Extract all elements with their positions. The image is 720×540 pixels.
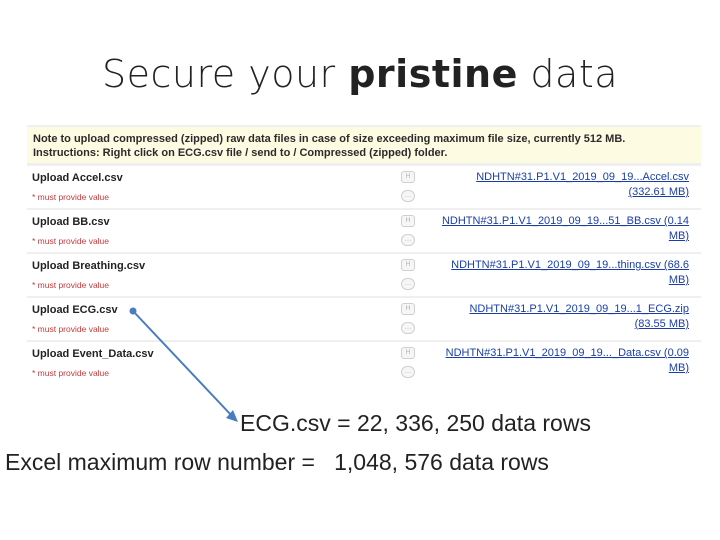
ecg-row-count: ECG.csv = 22, 336, 250 data rows [240,410,591,436]
upload-row-accel: Upload Accel.csv * must provide value H … [27,166,701,208]
comment-icon[interactable]: … [401,190,415,202]
upload-row-ecg: Upload ECG.csv * must provide value H … … [27,298,701,340]
title-post: data [517,52,619,96]
note-line-2: Instructions: Right click on ECG.csv fil… [33,147,448,159]
title-bold: pristine [348,52,518,96]
file-link[interactable]: NDHTN#31.P1.V1_2019_09_19...51_BB.csv (0… [439,214,689,244]
required-note: * must provide value [32,280,110,290]
row-label: Upload BB.csv [32,216,110,228]
required-note: * must provide value [32,368,110,378]
history-icon[interactable]: H [401,171,415,183]
arrow-head [226,410,238,422]
row-label: Upload Breathing.csv [32,260,146,272]
comment-icon[interactable]: … [401,234,415,246]
upload-row-bb: Upload BB.csv * must provide value H … N… [27,210,701,252]
history-icon[interactable]: H [401,347,415,359]
file-link[interactable]: NDHTN#31.P1.V1_2019_09_19...1_ECG.zip (8… [439,302,689,332]
upload-row-breathing: Upload Breathing.csv * must provide valu… [27,254,701,296]
slide-title: Secure your pristine data [0,52,720,96]
row-label: Upload Event_Data.csv [32,348,154,360]
file-link[interactable]: NDHTN#31.P1.V1_2019_09_19...thing.csv (6… [439,258,689,288]
comment-icon[interactable]: … [401,322,415,334]
required-note: * must provide value [32,236,110,246]
excel-max-rows: Excel maximum row number = 1,048, 576 da… [5,449,549,475]
history-icon[interactable]: H [401,303,415,315]
required-note: * must provide value [32,192,110,202]
comment-icon[interactable]: … [401,366,415,378]
note-line-1: Note to upload compressed (zipped) raw d… [33,133,626,145]
history-icon[interactable]: H [401,259,415,271]
row-label: Upload ECG.csv [32,304,118,316]
required-note: * must provide value [32,324,110,334]
file-link[interactable]: NDHTN#31.P1.V1_2019_09_19..._Data.csv (0… [439,346,689,376]
upload-row-event-data: Upload Event_Data.csv * must provide val… [27,342,701,384]
comment-icon[interactable]: … [401,278,415,290]
title-pre: Secure your [101,52,349,96]
history-icon[interactable]: H [401,215,415,227]
upload-note: Note to upload compressed (zipped) raw d… [27,127,701,163]
file-link[interactable]: NDHTN#31.P1.V1_2019_09_19...Accel.csv (3… [439,170,689,200]
row-label: Upload Accel.csv [32,172,123,184]
